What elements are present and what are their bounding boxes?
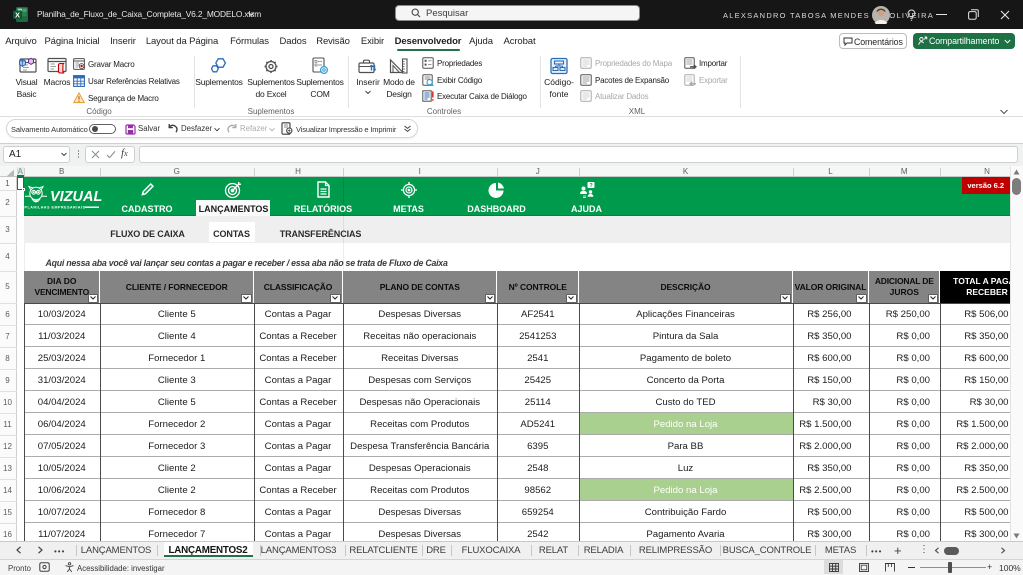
- svg-text:X: X: [15, 10, 20, 19]
- svg-text:PLANILHAS EMPRESARIAIS: PLANILHAS EMPRESARIAIS: [25, 206, 86, 210]
